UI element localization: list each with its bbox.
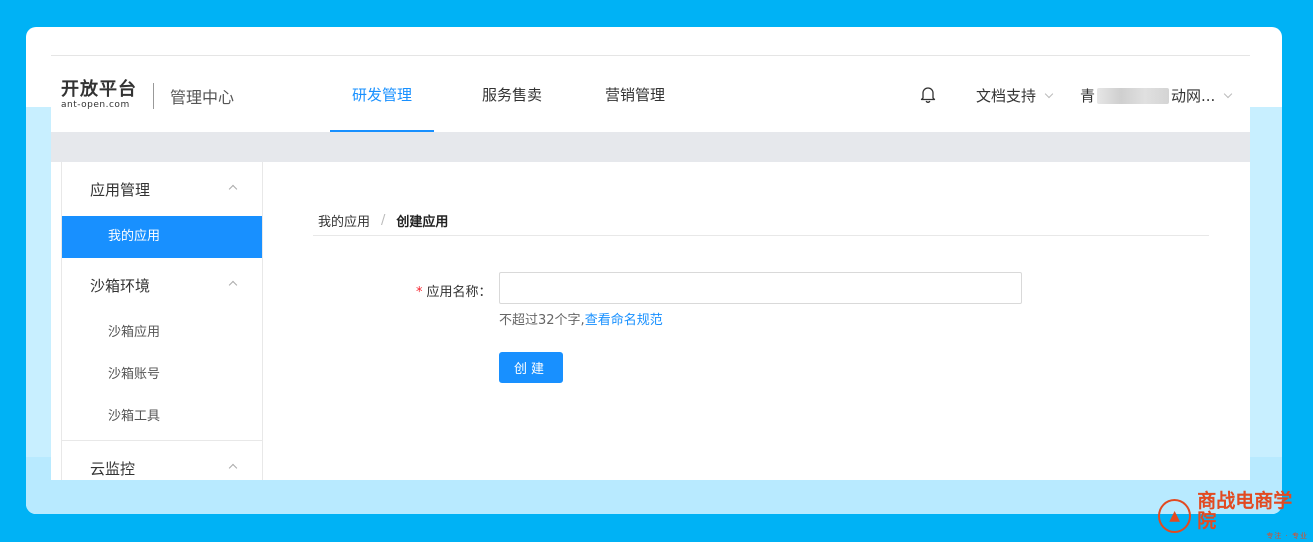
sidebar-group-app-management[interactable]: 应用管理 bbox=[62, 162, 262, 216]
redacted-name-blur bbox=[1097, 87, 1170, 104]
breadcrumb: 我的应用 / 创建应用 bbox=[318, 211, 448, 230]
sidebar-item-my-apps[interactable]: 我的应用 bbox=[62, 216, 262, 258]
sidebar-group-sandbox[interactable]: 沙箱环境 bbox=[62, 258, 262, 312]
nav-dev-management[interactable]: 研发管理 bbox=[330, 56, 434, 132]
top-nav: 研发管理 服务售卖 营销管理 bbox=[330, 56, 698, 132]
chevron-down-icon bbox=[1224, 89, 1233, 98]
doc-support-menu[interactable]: 文档支持 bbox=[976, 85, 1054, 106]
watermark-logo: ▲ 商战电商学院 专注 · 专业 bbox=[1158, 491, 1308, 540]
top-header: 开放平台 ant-open.com 管理中心 研发管理 服务售卖 营销管理 文档… bbox=[51, 56, 1250, 132]
sidebar-group-label: 沙箱环境 bbox=[90, 277, 151, 295]
required-mark: * bbox=[416, 285, 423, 300]
breadcrumb-separator: / bbox=[381, 213, 386, 228]
chevron-down-icon bbox=[1044, 89, 1054, 98]
main-content: 我的应用 / 创建应用 * 应用名称： 不超过32个字,查看命名规范 创建 bbox=[263, 162, 1250, 480]
doc-support-label: 文档支持 bbox=[976, 87, 1037, 105]
app-name-help: 不超过32个字,查看命名规范 bbox=[499, 309, 663, 328]
nav-service-sales[interactable]: 服务售卖 bbox=[449, 56, 575, 132]
chevron-up-icon bbox=[228, 463, 238, 473]
header-gray-strip bbox=[51, 132, 1250, 162]
sidebar: 应用管理 我的应用 沙箱环境 沙箱应用 沙箱账号 沙箱工具 云监控 bbox=[61, 162, 263, 480]
breadcrumb-current: 创建应用 bbox=[396, 215, 449, 230]
center-title: 管理中心 bbox=[170, 88, 235, 107]
watermark-sub: 专注 · 专业 bbox=[1266, 532, 1308, 540]
app-name-input[interactable] bbox=[499, 272, 1022, 304]
user-account-menu[interactable]: 青 动网... bbox=[1080, 85, 1233, 106]
sidebar-group-label: 云监控 bbox=[90, 460, 136, 478]
watermark-text-block: 商战电商学院 专注 · 专业 bbox=[1191, 491, 1308, 541]
sidebar-item-sandbox-accounts[interactable]: 沙箱账号 bbox=[62, 354, 262, 396]
app-name-label: * 应用名称： bbox=[416, 281, 492, 300]
breadcrumb-parent-link[interactable]: 我的应用 bbox=[318, 211, 370, 230]
chevron-up-icon bbox=[228, 184, 238, 194]
help-text: 不超过32个字, bbox=[499, 313, 585, 328]
watermark-emblem-icon: ▲ bbox=[1158, 499, 1192, 533]
sidebar-item-sandbox-tools[interactable]: 沙箱工具 bbox=[62, 396, 262, 438]
create-button[interactable]: 创建 bbox=[499, 352, 563, 383]
chevron-up-icon bbox=[228, 280, 238, 290]
bell-icon[interactable] bbox=[919, 85, 937, 103]
sidebar-group-label: 应用管理 bbox=[90, 181, 151, 199]
user-name-suffix: 动网... bbox=[1171, 87, 1216, 105]
logo-sub-text: ant-open.com bbox=[61, 100, 130, 110]
platform-logo[interactable]: 开放平台 ant-open.com bbox=[61, 79, 141, 111]
app-name-label-text: 应用名称： bbox=[426, 285, 492, 300]
watermark-text: 商战电商学院 bbox=[1197, 490, 1293, 532]
logo-separator bbox=[153, 83, 154, 109]
user-name-prefix: 青 bbox=[1080, 87, 1096, 105]
sidebar-item-sandbox-apps[interactable]: 沙箱应用 bbox=[62, 312, 262, 354]
breadcrumb-divider bbox=[313, 235, 1209, 236]
sidebar-group-cloud-monitor[interactable]: 云监控 bbox=[62, 441, 262, 480]
logo-main-text: 开放平台 bbox=[61, 79, 137, 100]
naming-rules-link[interactable]: 查看命名规范 bbox=[585, 313, 663, 328]
nav-marketing-management[interactable]: 营销管理 bbox=[572, 56, 698, 132]
app-page: 开放平台 ant-open.com 管理中心 研发管理 服务售卖 营销管理 文档… bbox=[51, 55, 1250, 480]
